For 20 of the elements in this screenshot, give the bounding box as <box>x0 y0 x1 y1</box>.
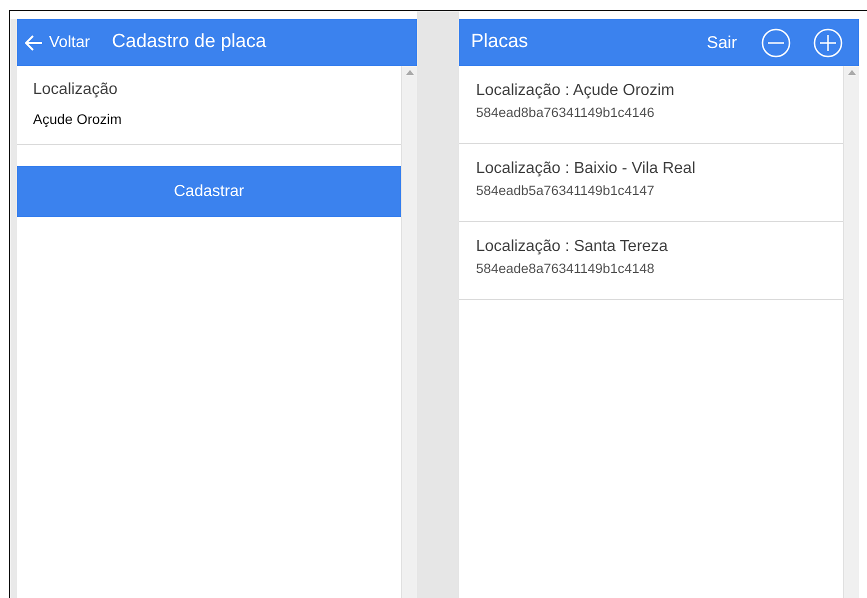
minus-circle-icon <box>761 28 791 58</box>
register-button[interactable]: Cadastrar <box>17 166 401 217</box>
page-title: Placas <box>471 30 528 54</box>
add-button[interactable] <box>813 28 843 58</box>
item-title: Localização : Açude Orozim <box>476 81 676 101</box>
item-id: 584eade8a76341149b1c4148 <box>476 260 656 278</box>
back-arrow-icon <box>25 34 43 50</box>
logout-button[interactable]: Sair <box>706 30 737 56</box>
item-id: 584ead8ba76341149b1c4146 <box>476 104 656 122</box>
item-title: Localização : Santa Tereza <box>476 237 669 257</box>
item-title: Localização : Baixio - Vila Real <box>476 159 696 179</box>
remove-button[interactable] <box>761 28 791 58</box>
field-label: Localização <box>33 80 118 100</box>
plus-circle-icon <box>813 28 843 58</box>
location-input[interactable]: Açude Orozim <box>33 109 385 130</box>
scrollbar[interactable] <box>401 66 417 598</box>
item-id: 584eadb5a76341149b1c4147 <box>476 182 656 200</box>
page-title: Cadastro de placa <box>112 30 266 54</box>
back-button[interactable]: Voltar <box>25 30 90 54</box>
scrollbar[interactable] <box>843 66 859 598</box>
